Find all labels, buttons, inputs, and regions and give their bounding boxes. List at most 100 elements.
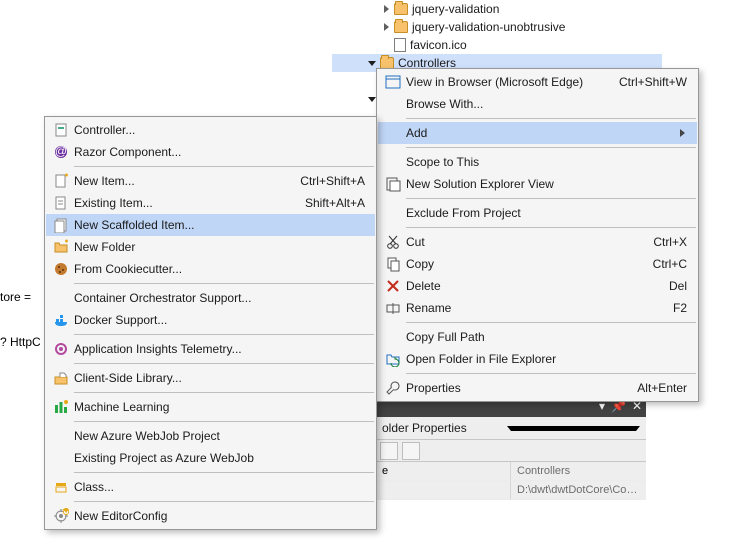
menu-item-browse-with[interactable]: Browse With...	[378, 93, 697, 115]
expand-icon[interactable]	[380, 39, 392, 51]
menu-item-label: Razor Component...	[74, 145, 365, 159]
tree-item-label: jquery-validation	[412, 2, 499, 16]
menu-item-container-orchestrator-support[interactable]: Container Orchestrator Support...	[46, 287, 375, 309]
menu-item-label: Exclude From Project	[406, 206, 687, 220]
ml-icon	[48, 399, 74, 415]
menu-item-label: New Scaffolded Item...	[74, 218, 365, 232]
menu-item-controller[interactable]: Controller...	[46, 119, 375, 141]
menu-item-label: View in Browser (Microsoft Edge)	[406, 75, 619, 89]
property-name[interactable]: e	[376, 462, 511, 481]
menu-item-shortcut: F2	[673, 301, 687, 315]
rename-icon	[380, 300, 406, 316]
tree-item-label: jquery-validation-unobtrusive	[412, 20, 565, 34]
menu-item-view-in-browser-microsoft-edge[interactable]: View in Browser (Microsoft Edge)Ctrl+Shi…	[378, 71, 697, 93]
property-name[interactable]	[376, 481, 511, 500]
cut-icon	[380, 234, 406, 250]
menu-separator	[406, 198, 696, 199]
menu-item-label: Open Folder in File Explorer	[406, 352, 687, 366]
browser-icon	[380, 74, 406, 90]
categorize-button[interactable]	[380, 442, 398, 460]
menu-separator	[74, 421, 374, 422]
new-sln-icon	[380, 176, 406, 192]
menu-item-new-folder[interactable]: New Folder	[46, 236, 375, 258]
properties-toolbar	[376, 440, 646, 462]
menu-separator	[406, 322, 696, 323]
menu-item-label: Delete	[406, 279, 669, 293]
scaffold-icon	[48, 217, 74, 233]
menu-item-docker-support[interactable]: Docker Support...	[46, 309, 375, 331]
wrench-icon	[380, 380, 406, 396]
menu-item-client-side-library[interactable]: Client-Side Library...	[46, 367, 375, 389]
menu-item-label: New Azure WebJob Project	[74, 429, 365, 443]
menu-separator	[406, 227, 696, 228]
chevron-down-icon	[507, 426, 640, 431]
menu-item-application-insights-telemetry[interactable]: Application Insights Telemetry...	[46, 338, 375, 360]
menu-item-cut[interactable]: CutCtrl+X	[378, 231, 697, 253]
tree-item[interactable]: jquery-validation	[332, 0, 662, 18]
properties-panel: ▾ 📌 ✕ older Properties eControllersD:\dw…	[376, 395, 646, 500]
property-value[interactable]: Controllers	[511, 462, 646, 481]
menu-item-existing-project-as-azure-webjob[interactable]: Existing Project as Azure WebJob	[46, 447, 375, 469]
menu-item-copy[interactable]: CopyCtrl+C	[378, 253, 697, 275]
menu-item-new-editorconfig[interactable]: ✦New EditorConfig	[46, 505, 375, 527]
menu-separator	[74, 283, 374, 284]
class-icon	[48, 479, 74, 495]
expand-icon[interactable]	[380, 21, 392, 33]
menu-separator	[74, 334, 374, 335]
menu-item-label: Docker Support...	[74, 313, 365, 327]
alpha-sort-button[interactable]	[402, 442, 420, 460]
properties-header[interactable]: older Properties	[376, 417, 646, 440]
ai-icon	[48, 341, 74, 357]
menu-item-copy-full-path[interactable]: Copy Full Path	[378, 326, 697, 348]
menu-item-new-azure-webjob-project[interactable]: New Azure WebJob Project	[46, 425, 375, 447]
properties-object: older Properties	[382, 421, 507, 435]
menu-item-razor-component[interactable]: @ Razor Component...	[46, 141, 375, 163]
menu-item-shortcut: Shift+Alt+A	[305, 196, 365, 210]
menu-item-rename[interactable]: RenameF2	[378, 297, 697, 319]
folder-icon	[394, 3, 408, 15]
menu-item-add[interactable]: Add	[378, 122, 697, 144]
code-editor-bg: tore = ? HttpC	[0, 290, 41, 350]
menu-item-label: New EditorConfig	[74, 509, 365, 523]
menu-item-properties[interactable]: PropertiesAlt+Enter	[378, 377, 697, 399]
menu-item-shortcut: Ctrl+Shift+A	[300, 174, 365, 188]
new-item-icon	[48, 173, 74, 189]
tree-item[interactable]: jquery-validation-unobtrusive	[332, 18, 662, 36]
tree-item[interactable]: favicon.ico	[332, 36, 662, 54]
menu-item-class[interactable]: Class...	[46, 476, 375, 498]
lib-icon	[48, 370, 74, 386]
menu-item-open-folder-in-file-explorer[interactable]: Open Folder in File Explorer	[378, 348, 697, 370]
menu-item-new-item[interactable]: New Item...Ctrl+Shift+A	[46, 170, 375, 192]
menu-item-new-solution-explorer-view[interactable]: New Solution Explorer View	[378, 173, 697, 195]
menu-item-scope-to-this[interactable]: Scope to This	[378, 151, 697, 173]
menu-item-delete[interactable]: DeleteDel	[378, 275, 697, 297]
controller-icon	[48, 122, 74, 138]
menu-separator	[74, 392, 374, 393]
tree-item-label: favicon.ico	[410, 38, 467, 52]
menu-item-machine-learning[interactable]: Machine Learning	[46, 396, 375, 418]
menu-item-label: Controller...	[74, 123, 365, 137]
menu-item-new-scaffolded-item[interactable]: New Scaffolded Item...	[46, 214, 375, 236]
menu-separator	[74, 363, 374, 364]
menu-item-label: New Folder	[74, 240, 365, 254]
menu-item-shortcut: Alt+Enter	[637, 381, 687, 395]
menu-item-label: Existing Project as Azure WebJob	[74, 451, 365, 465]
menu-item-label: Machine Learning	[74, 400, 365, 414]
svg-text:@: @	[55, 144, 67, 158]
menu-item-exclude-from-project[interactable]: Exclude From Project	[378, 202, 697, 224]
menu-item-existing-item[interactable]: Existing Item...Shift+Alt+A	[46, 192, 375, 214]
menu-item-label: Cut	[406, 235, 653, 249]
context-menu-main[interactable]: View in Browser (Microsoft Edge)Ctrl+Shi…	[376, 68, 699, 402]
razor-icon: @	[48, 144, 74, 160]
context-menu-add[interactable]: Controller... @ Razor Component... New Item…	[44, 116, 377, 530]
menu-item-label: Copy	[406, 257, 653, 271]
menu-item-label: New Solution Explorer View	[406, 177, 687, 191]
menu-item-label: Add	[406, 126, 677, 140]
menu-separator	[74, 166, 374, 167]
expand-icon[interactable]	[380, 3, 392, 15]
property-value[interactable]: D:\dwt\dwtDotCore\Controllers\	[511, 481, 646, 500]
menu-item-label: Scope to This	[406, 155, 687, 169]
menu-item-shortcut: Ctrl+Shift+W	[619, 75, 687, 89]
menu-item-label: Container Orchestrator Support...	[74, 291, 365, 305]
menu-item-from-cookiecutter[interactable]: From Cookiecutter...	[46, 258, 375, 280]
